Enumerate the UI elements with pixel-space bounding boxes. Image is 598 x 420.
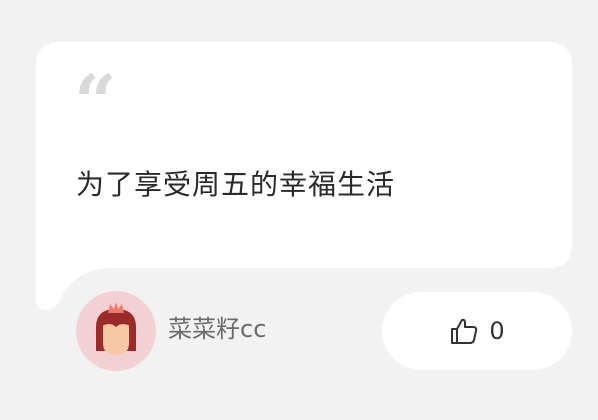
like-count: 0: [489, 317, 505, 345]
quote-mark-icon: “: [74, 60, 117, 146]
thumbs-up-icon: [449, 316, 479, 346]
girl-avatar-icon: [96, 302, 136, 355]
like-button[interactable]: 0: [382, 292, 572, 370]
quote-text: 为了享受周五的幸福生活: [76, 168, 396, 201]
avatar[interactable]: [76, 291, 156, 371]
author-name[interactable]: 菜菜籽cc: [168, 313, 266, 345]
quote-card-screen: “ 为了享受周五的幸福生活 菜菜籽cc 0: [0, 0, 598, 420]
